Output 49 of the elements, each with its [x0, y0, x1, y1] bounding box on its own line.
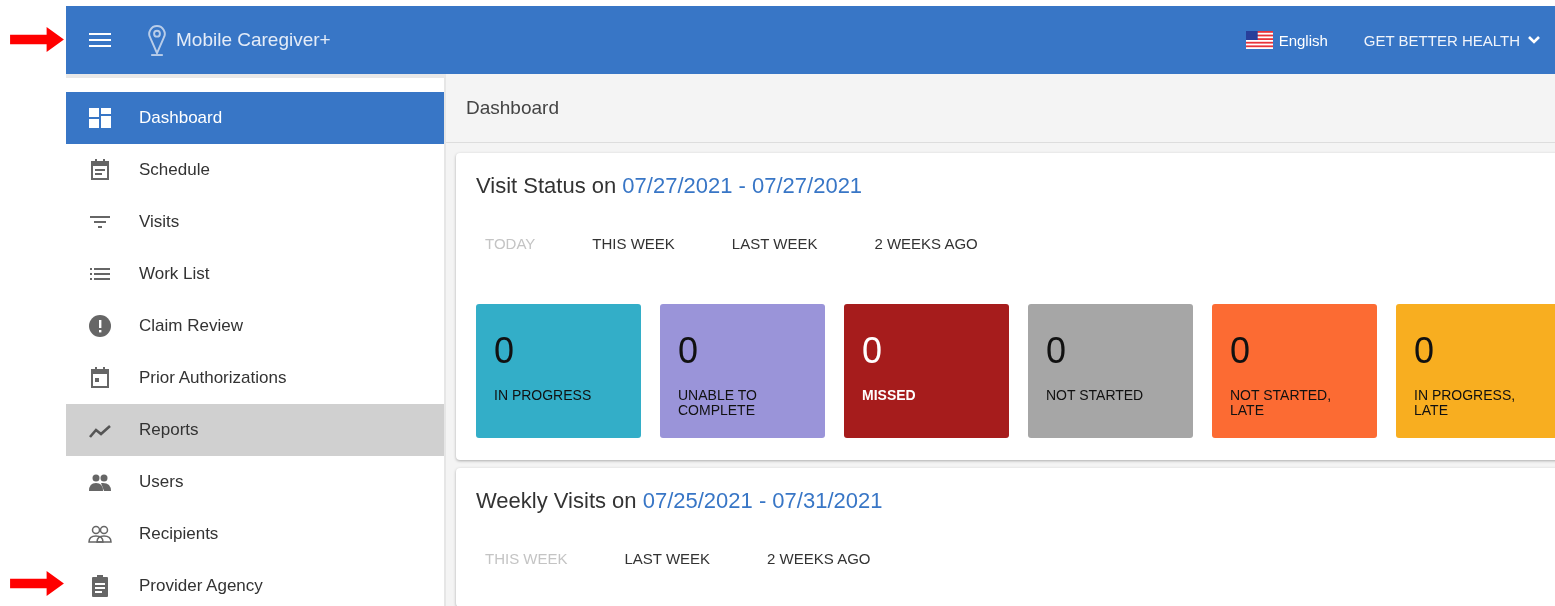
status-tile[interactable]: 0 IN PROGRESS, LATE	[1396, 304, 1555, 438]
tile-count: 0	[494, 332, 516, 370]
tile-count: 0	[1046, 332, 1068, 370]
sidebar-item[interactable]: Reports	[66, 404, 444, 456]
location-pin-icon	[146, 23, 168, 57]
sidebar-item[interactable]: Provider Agency	[66, 560, 444, 606]
status-tile[interactable]: 0 UNABLE TO COMPLETE	[660, 304, 825, 438]
menu-icon[interactable]	[89, 32, 111, 48]
language-selector[interactable]: English	[1244, 31, 1328, 49]
annotation-arrow	[10, 571, 64, 596]
status-tile[interactable]: 0 MISSED	[844, 304, 1009, 438]
card-title: Weekly Visits on 07/25/2021 - 07/31/2021	[476, 488, 884, 514]
sidebar-item[interactable]: Schedule	[66, 144, 444, 196]
tile-count: 0	[1414, 332, 1436, 370]
tile-label: NOT STARTED	[1046, 388, 1145, 403]
calendar-icon	[88, 158, 112, 182]
sidebar-item[interactable]: Claim Review	[66, 300, 444, 352]
card-title: Visit Status on 07/27/2021 - 07/27/2021	[476, 173, 864, 199]
period-tab[interactable]: 2 WEEKS AGO	[874, 235, 978, 252]
tile-count: 0	[678, 332, 700, 370]
calendar-icon	[88, 366, 112, 390]
period-tab[interactable]: THIS WEEK	[592, 235, 675, 252]
tile-label: MISSED	[862, 388, 917, 403]
dashboard-icon	[88, 106, 112, 130]
alert-icon	[88, 314, 112, 338]
sidebar-item[interactable]: Recipients	[66, 508, 444, 560]
tile-count: 0	[862, 332, 884, 370]
period-tab[interactable]: LAST WEEK	[731, 235, 818, 252]
sidebar-item[interactable]: Prior Authorizations	[66, 352, 444, 404]
tile-label: IN PROGRESS	[494, 388, 593, 403]
sidebar-item[interactable]: Work List	[66, 248, 444, 300]
page-title: Dashboard	[466, 97, 559, 119]
status-tile[interactable]: 0 NOT STARTED	[1028, 304, 1193, 438]
account-menu[interactable]: GET BETTER HEALTH	[1363, 31, 1541, 49]
sidebar-item[interactable]: Users	[66, 456, 444, 508]
status-tile[interactable]: 0 IN PROGRESS	[476, 304, 641, 438]
status-tile[interactable]: 0 NOT STARTED, LATE	[1212, 304, 1377, 438]
period-tab[interactable]: 2 WEEKS AGO	[767, 550, 871, 567]
annotation-arrow	[10, 27, 64, 52]
period-tab[interactable]: LAST WEEK	[624, 550, 711, 567]
tile-label: IN PROGRESS, LATE	[1414, 388, 1517, 418]
app-title: Mobile Caregiver+	[176, 29, 331, 51]
tile-label: NOT STARTED, LATE	[1230, 388, 1333, 418]
tile-count: 0	[1230, 332, 1252, 370]
flag-icon	[1244, 31, 1274, 49]
chevron-down-icon	[1527, 35, 1541, 45]
tile-label: UNABLE TO COMPLETE	[678, 388, 758, 418]
sidebar-item[interactable]: Dashboard	[66, 92, 444, 144]
sidebar-item[interactable]: Visits	[66, 196, 444, 248]
